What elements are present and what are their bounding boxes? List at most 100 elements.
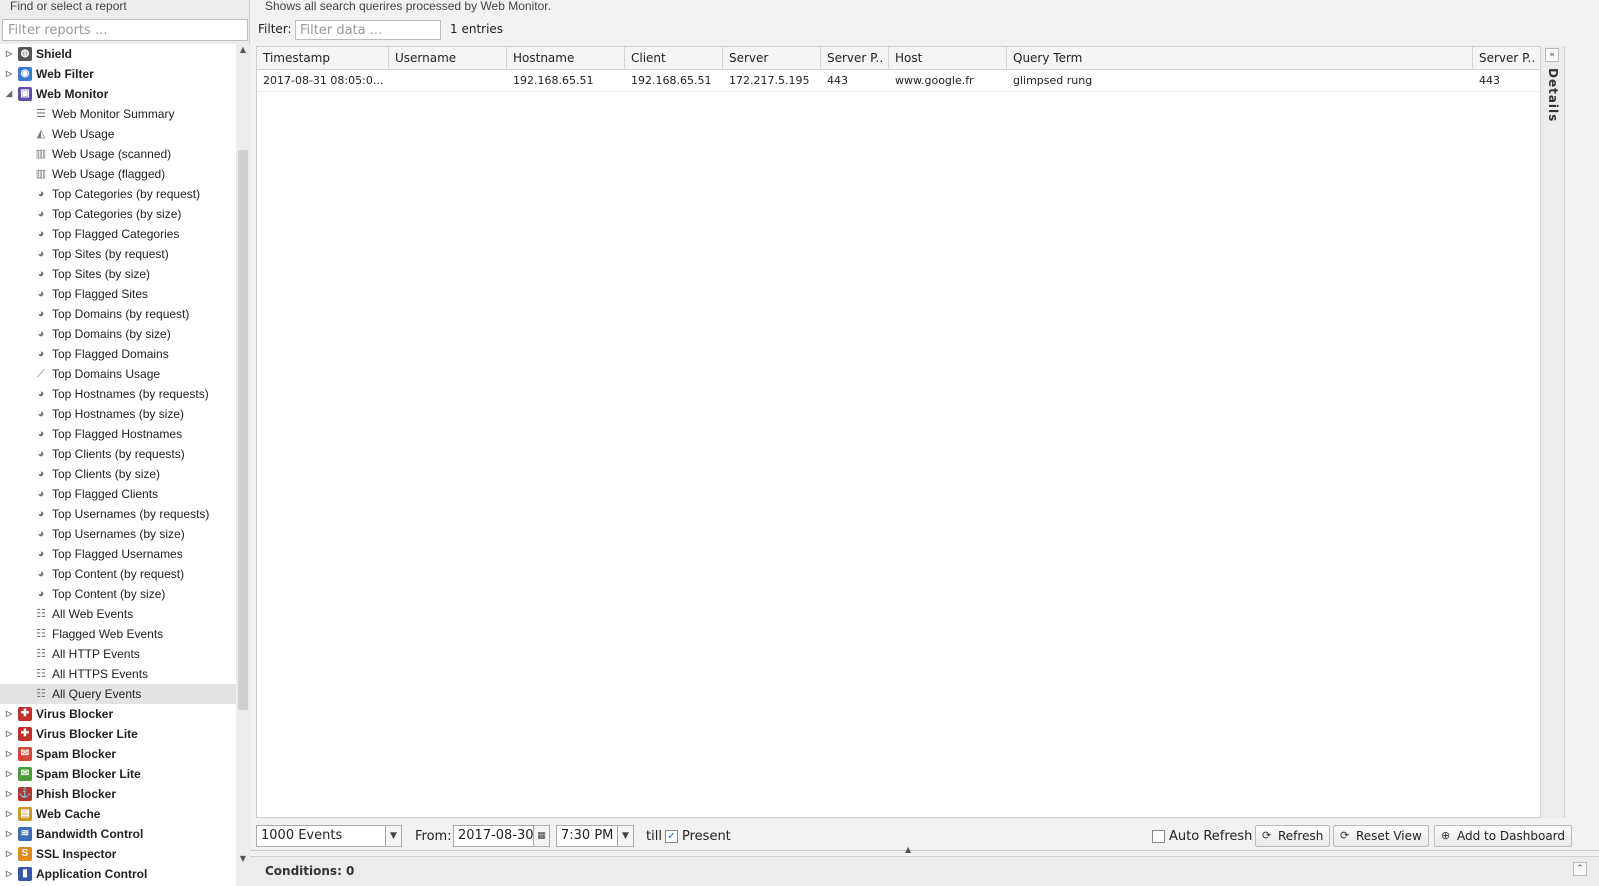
- report-item-top-usernames-by-requests[interactable]: ◕ Top Usernames (by requests): [0, 504, 236, 524]
- report-item-web-monitor-summary[interactable]: ☰ Web Monitor Summary: [0, 104, 236, 124]
- report-item-top-flagged-categories[interactable]: ◕ Top Flagged Categories: [0, 224, 236, 244]
- entries-count: 1 entries: [450, 22, 504, 36]
- report-item-web-usage-scanned[interactable]: ▥ Web Usage (scanned): [0, 144, 236, 164]
- tree-group-web-cache[interactable]: ▷ ▤ Web Cache: [0, 804, 236, 824]
- report-item-top-usernames-by-size[interactable]: ◕ Top Usernames (by size): [0, 524, 236, 544]
- report-item-all-web-events[interactable]: ☷ All Web Events: [0, 604, 236, 624]
- scroll-up-icon[interactable]: ▲: [236, 45, 250, 54]
- expand-triangle-icon[interactable]: ▷: [6, 744, 14, 764]
- column-header[interactable]: Server P..: [821, 47, 889, 70]
- tree-group-phish-blocker[interactable]: ▷ ⚓ Phish Blocker: [0, 784, 236, 804]
- report-item-top-clients-by-size[interactable]: ◕ Top Clients (by size): [0, 464, 236, 484]
- expand-conditions-icon[interactable]: ⌃: [1573, 862, 1587, 876]
- tree-group-label: Web Cache: [36, 807, 101, 821]
- splitter-grip-icon[interactable]: ▲: [905, 845, 911, 854]
- expand-triangle-icon[interactable]: ▷: [6, 844, 14, 864]
- tree-group-shield[interactable]: ▷ ◍ Shield: [0, 44, 236, 64]
- details-panel-tab[interactable]: « Details: [1540, 46, 1564, 818]
- report-item-top-flagged-clients[interactable]: ◕ Top Flagged Clients: [0, 484, 236, 504]
- filter-bar: Filter: 1 entries: [250, 17, 1599, 45]
- column-header[interactable]: Host: [889, 47, 1007, 70]
- tree-group-spam-blocker-lite[interactable]: ▷ ✉ Spam Blocker Lite: [0, 764, 236, 784]
- calendar-icon[interactable]: ▦: [533, 826, 549, 846]
- report-item-top-hostnames-by-requests[interactable]: ◕ Top Hostnames (by requests): [0, 384, 236, 404]
- expand-triangle-icon[interactable]: ▷: [6, 764, 14, 784]
- filter-data-input[interactable]: [295, 20, 441, 40]
- report-item-top-clients-by-requests[interactable]: ◕ Top Clients (by requests): [0, 444, 236, 464]
- report-item-all-https-events[interactable]: ☷ All HTTPS Events: [0, 664, 236, 684]
- tree-group-spam-blocker[interactable]: ▷ ✉ Spam Blocker: [0, 744, 236, 764]
- report-item-top-categories-by-request[interactable]: ◕ Top Categories (by request): [0, 184, 236, 204]
- report-item-flagged-web-events[interactable]: ☷ Flagged Web Events: [0, 624, 236, 644]
- tree-group-label: Application Control: [36, 867, 148, 881]
- tree-group-virus-blocker-lite[interactable]: ▷ ✚ Virus Blocker Lite: [0, 724, 236, 744]
- report-item-label: Top Domains (by size): [52, 327, 171, 341]
- report-item-web-usage-flagged[interactable]: ▥ Web Usage (flagged): [0, 164, 236, 184]
- report-item-top-domains-usage[interactable]: ⟋ Top Domains Usage: [0, 364, 236, 384]
- report-item-top-flagged-domains[interactable]: ◕ Top Flagged Domains: [0, 344, 236, 364]
- scrollbar-thumb[interactable]: [238, 150, 248, 710]
- scroll-down-icon[interactable]: ▼: [236, 854, 250, 863]
- report-item-label: Top Flagged Usernames: [52, 547, 183, 561]
- sidebar-scrollbar[interactable]: ▲ ▼: [236, 44, 250, 886]
- column-header[interactable]: Query Term: [1007, 47, 1473, 70]
- expand-triangle-icon[interactable]: ▷: [6, 804, 14, 824]
- report-item-top-content-by-size[interactable]: ◕ Top Content (by size): [0, 584, 236, 604]
- from-date-field[interactable]: 2017-08-30 ▦: [453, 825, 550, 847]
- reset-view-button[interactable]: ⟳ Reset View: [1333, 825, 1429, 847]
- expand-triangle-icon[interactable]: ▷: [6, 784, 14, 804]
- refresh-button[interactable]: ⟳ Refresh: [1255, 825, 1331, 847]
- events-limit-select[interactable]: 1000 Events ▼: [256, 825, 402, 847]
- column-header[interactable]: Client: [625, 47, 723, 70]
- tree-group-ssl-inspector[interactable]: ▷ S SSL Inspector: [0, 844, 236, 864]
- filter-reports-input[interactable]: [2, 19, 248, 41]
- report-item-web-usage[interactable]: ◭ Web Usage: [0, 124, 236, 144]
- report-item-all-query-events[interactable]: ☷ All Query Events: [0, 684, 236, 704]
- tree-group-virus-blocker[interactable]: ▷ ✚ Virus Blocker: [0, 704, 236, 724]
- auto-refresh-checkbox[interactable]: [1152, 830, 1165, 843]
- table-cell: www.google.fr: [895, 74, 974, 87]
- report-item-top-content-by-request[interactable]: ◕ Top Content (by request): [0, 564, 236, 584]
- expand-triangle-icon[interactable]: ▷: [6, 724, 14, 744]
- chevron-down-icon[interactable]: ▼: [617, 826, 633, 846]
- report-item-top-sites-by-request[interactable]: ◕ Top Sites (by request): [0, 244, 236, 264]
- report-item-all-http-events[interactable]: ☷ All HTTP Events: [0, 644, 236, 664]
- column-header[interactable]: Server: [723, 47, 821, 70]
- report-item-top-categories-by-size[interactable]: ◕ Top Categories (by size): [0, 204, 236, 224]
- report-item-label: Top Clients (by requests): [52, 447, 185, 461]
- report-item-top-domains-by-size[interactable]: ◕ Top Domains (by size): [0, 324, 236, 344]
- expand-triangle-icon[interactable]: ▷: [6, 64, 14, 84]
- add-to-dashboard-label: Add to Dashboard: [1457, 829, 1566, 843]
- column-header[interactable]: Timestamp: [257, 47, 389, 70]
- expand-triangle-icon[interactable]: ▷: [6, 824, 14, 844]
- report-item-top-sites-by-size[interactable]: ◕ Top Sites (by size): [0, 264, 236, 284]
- expand-details-icon[interactable]: «: [1545, 48, 1559, 62]
- expand-triangle-icon[interactable]: ▷: [6, 864, 14, 884]
- plus-circle-icon: ⊕: [1441, 829, 1451, 842]
- tree-group-web-filter[interactable]: ▷ ◉ Web Filter: [0, 64, 236, 84]
- collapse-triangle-icon[interactable]: ◢: [6, 84, 14, 104]
- reports-sidebar: Find or select a report ▷ ◍ Shield ▷ ◉ Web Fi…: [0, 0, 250, 886]
- tree-group-bandwidth-control[interactable]: ▷ ≋ Bandwidth Control: [0, 824, 236, 844]
- present-checkbox[interactable]: ✓: [665, 830, 678, 843]
- pie-chart-icon: ◕: [37, 488, 45, 500]
- bar-chart-icon: ▥: [35, 148, 47, 160]
- table-row[interactable]: 2017-08-31 08:05:0... 192.168.65.51 192.16…: [257, 70, 1564, 92]
- sidebar-hint: Find or select a report: [10, 0, 127, 13]
- conditions-splitter[interactable]: ▲: [250, 845, 1599, 854]
- report-item-top-domains-by-request[interactable]: ◕ Top Domains (by request): [0, 304, 236, 324]
- chevron-down-icon[interactable]: ▼: [385, 826, 401, 846]
- report-item-top-flagged-hostnames[interactable]: ◕ Top Flagged Hostnames: [0, 424, 236, 444]
- column-header[interactable]: Hostname: [507, 47, 625, 70]
- report-item-top-flagged-usernames[interactable]: ◕ Top Flagged Usernames: [0, 544, 236, 564]
- add-to-dashboard-button[interactable]: ⊕ Add to Dashboard: [1434, 825, 1573, 847]
- from-time-select[interactable]: 7:30 PM ▼: [556, 825, 634, 847]
- virus-blocker-icon: ✚: [18, 707, 32, 721]
- tree-group-web-monitor[interactable]: ◢ ▣ Web Monitor: [0, 84, 236, 104]
- tree-group-application-control[interactable]: ▷ ▮ Application Control: [0, 864, 236, 884]
- column-header[interactable]: Username: [389, 47, 507, 70]
- report-item-top-flagged-sites[interactable]: ◕ Top Flagged Sites: [0, 284, 236, 304]
- expand-triangle-icon[interactable]: ▷: [6, 44, 14, 64]
- expand-triangle-icon[interactable]: ▷: [6, 704, 14, 724]
- report-item-top-hostnames-by-size[interactable]: ◕ Top Hostnames (by size): [0, 404, 236, 424]
